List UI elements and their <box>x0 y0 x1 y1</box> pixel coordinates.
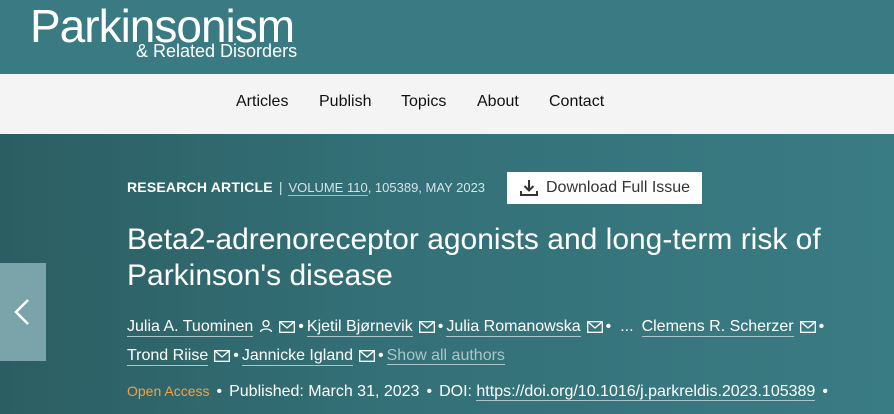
download-icon <box>520 180 538 196</box>
email-icon[interactable] <box>799 314 816 343</box>
person-icon[interactable] <box>259 314 273 343</box>
email-icon[interactable] <box>359 343 375 372</box>
author-name[interactable]: Jannicke Igland <box>241 347 354 366</box>
doi-label: DOI: <box>439 383 472 400</box>
author-name[interactable]: Clemens R. Scherzer <box>641 318 794 337</box>
author-name[interactable]: Julia A. Tuominen <box>127 318 254 337</box>
email-icon[interactable] <box>586 314 603 343</box>
nav-contact[interactable]: Contact <box>549 93 604 111</box>
info-separator: • <box>216 383 223 400</box>
main-nav: Articles Publish Topics About Contact <box>0 74 894 134</box>
journal-logo[interactable]: Parkinsonism & Related Disorders <box>30 3 297 60</box>
nav-about[interactable]: About <box>477 93 519 111</box>
nav-topics[interactable]: Topics <box>401 93 446 111</box>
author-separator: • <box>233 347 239 364</box>
download-full-issue-button[interactable]: Download Full Issue <box>507 172 702 204</box>
article-title: Beta2-adrenoreceptor agonists and long-t… <box>127 223 821 292</box>
author-name[interactable]: Julia Romanowska <box>446 318 581 337</box>
email-icon[interactable] <box>418 314 435 343</box>
nav-publish[interactable]: Publish <box>319 93 371 111</box>
logo-sub-text: & Related Disorders <box>136 41 298 61</box>
info-separator: • <box>822 383 828 400</box>
author-separator: • <box>818 318 825 335</box>
email-icon[interactable] <box>279 314 296 343</box>
authors-ellipsis: ... <box>620 318 634 335</box>
show-all-authors-link[interactable]: Show all authors <box>386 347 505 365</box>
publication-info: Open Access • Published: March 31, 2023 • DO… <box>127 383 835 401</box>
chevron-left-icon <box>14 299 29 325</box>
open-access-badge: Open Access <box>127 383 210 399</box>
previous-article-button[interactable] <box>0 263 46 361</box>
author-name[interactable]: Kjetil Bjørnevik <box>306 318 413 337</box>
doi-link[interactable]: https://doi.org/10.1016/j.parkreldis.202… <box>476 383 816 401</box>
meta-separator: | <box>278 179 283 195</box>
article-meta: RESEARCH ARTICLE | VOLUME 110, 105389, MAY… <box>127 179 485 201</box>
email-icon[interactable] <box>214 343 231 372</box>
nav-articles[interactable]: Articles <box>236 93 288 111</box>
info-separator: • <box>426 383 433 400</box>
author-name[interactable]: Trond Riise <box>127 347 209 366</box>
published-date: Published: March 31, 2023 <box>229 383 420 400</box>
article-type: RESEARCH ARTICLE <box>127 179 273 195</box>
issue-info: , 105389, MAY 2023 <box>367 180 486 195</box>
download-label: Download Full Issue <box>546 179 691 196</box>
author-line: Trond Riise • Jannicke Igland • Show all aut… <box>127 341 867 370</box>
author-separator: • <box>605 318 612 335</box>
author-line: Julia A. Tuominen • Kjetil Bjørnevik • Julia… <box>127 312 867 341</box>
volume-link[interactable]: VOLUME 110 <box>288 180 368 196</box>
journal-header: Parkinsonism & Related Disorders <box>0 0 894 74</box>
author-list: Julia A. Tuominen • Kjetil Bjørnevik • Julia… <box>127 312 867 370</box>
author-separator: • <box>378 347 384 364</box>
author-separator: • <box>437 318 444 335</box>
author-separator: • <box>298 318 304 335</box>
